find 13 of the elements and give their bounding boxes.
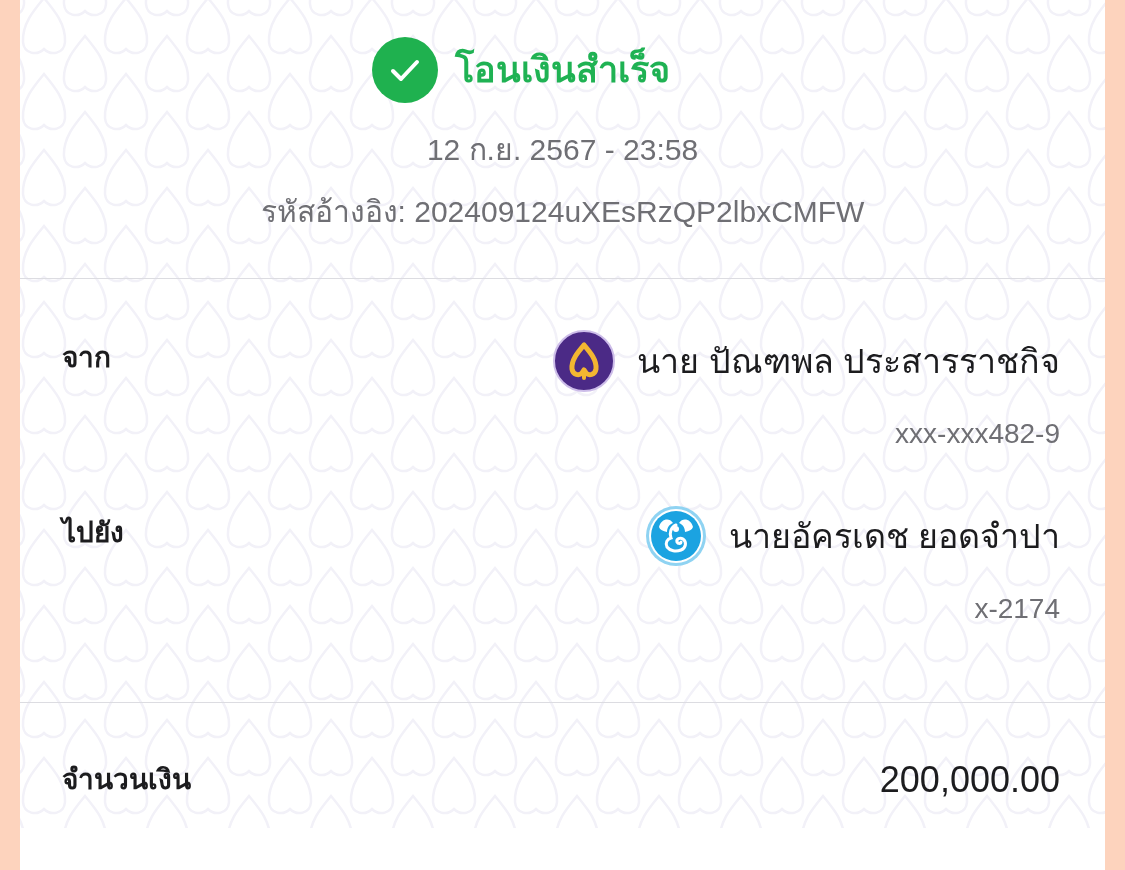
party-label: จาก [62,341,111,375]
check-circle-icon [371,37,438,103]
account-number: xxx-xxx482-9 [895,417,1060,451]
transfer-datetime: 12 ก.ย. 2567 - 23:58 [426,132,699,168]
amount-value: 200,000.00 [879,758,1060,802]
amount-label: จำนวนเงิน [62,763,191,797]
bird-logo-icon [644,505,707,567]
reference-code: รหัสอ้างอิง: 202409124uXEsRzQP2lbxCMFW [260,194,865,230]
account-number: x-2174 [974,592,1060,626]
account-holder-name: นาย ปัณฑพล ประสารราชกิจ [637,341,1060,382]
leaf-logo-icon [553,330,616,392]
success-title: โอนเงินสำเร็จ [454,48,670,92]
account-holder-name: นายอัครเดช ยอดจำปา [728,516,1060,557]
